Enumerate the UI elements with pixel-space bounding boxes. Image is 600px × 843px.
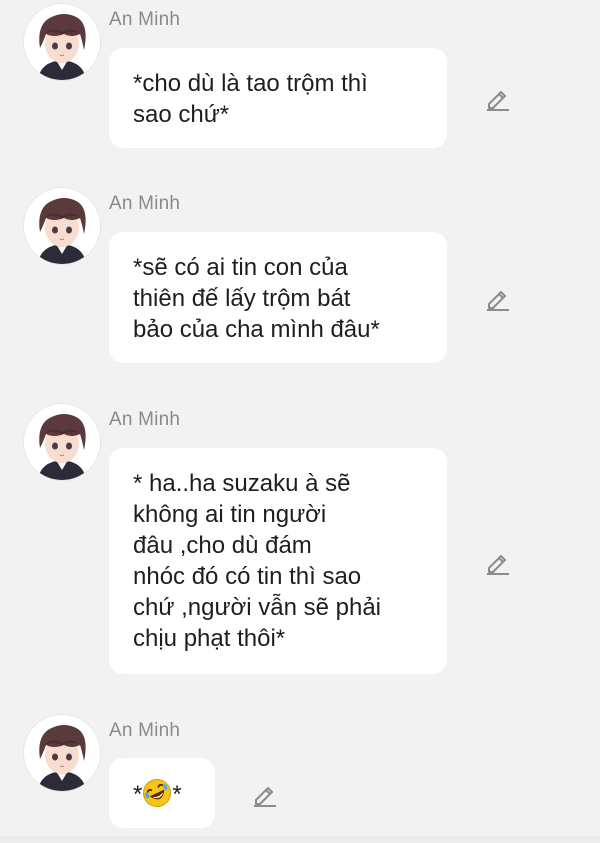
edit-icon[interactable] [483,84,511,112]
message-bubble[interactable]: *cho dù là tao trộm thì sao chứ* [109,48,447,148]
rolling-laughing-emoji-icon [143,779,172,807]
bottom-divider [0,836,600,843]
sender-name: An Minh [109,409,181,430]
edit-icon[interactable] [483,284,511,312]
message-bubble[interactable]: * * [109,758,215,828]
message-bubble[interactable]: *sẽ có ai tin con của thiên đế lấy trộm … [109,232,447,363]
message-line: nhóc đó có tin thì sao [133,563,362,590]
message-line: *sẽ có ai tin con của [133,254,348,281]
message-suffix: * [172,781,182,808]
avatar-image [24,404,100,480]
edit-icon[interactable] [250,780,278,808]
edit-icon[interactable] [483,548,511,576]
avatar[interactable] [24,404,100,480]
message-line: * ha..ha suzaku à sẽ [133,470,351,497]
avatar[interactable] [24,4,100,80]
message-line: bảo của cha mình đâu* [133,316,380,343]
avatar[interactable] [24,188,100,264]
message-line: chứ ,người vẫn sẽ phải [133,594,382,621]
message-line: đâu ,cho dù đám [133,532,312,559]
message-prefix: * [133,781,143,808]
message-line: chịu phạt thôi* [133,625,286,652]
message-bubble[interactable]: * ha..ha suzaku à sẽ không ai tin người … [109,448,447,674]
avatar[interactable] [24,715,100,791]
avatar-image [24,188,100,264]
message-line: không ai tin người [133,501,327,528]
sender-name: An Minh [109,9,181,30]
sender-name: An Minh [109,193,181,214]
avatar-image [24,4,100,80]
avatar-image [24,715,100,791]
message-line: thiên đế lấy trộm bát [133,285,351,312]
sender-name: An Minh [109,720,181,741]
message-line: sao chứ* [133,101,230,128]
message-line: *cho dù là tao trộm thì [133,70,368,97]
